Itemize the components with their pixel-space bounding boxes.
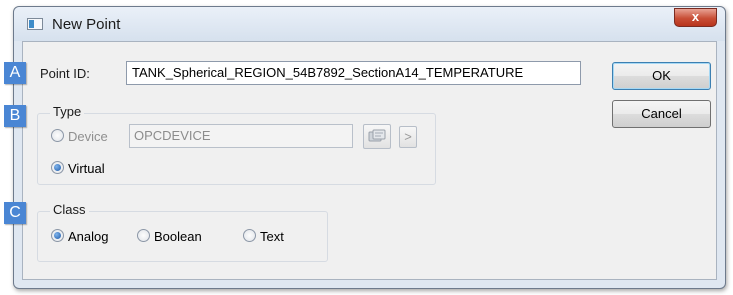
- device-browse-icon: [368, 129, 386, 142]
- device-radio[interactable]: Device: [51, 128, 108, 146]
- screenshot-canvas: New Point x A B C Point ID: TANK_Spheric…: [0, 0, 733, 295]
- cancel-button[interactable]: Cancel: [612, 100, 711, 128]
- virtual-radio-button[interactable]: [51, 161, 64, 175]
- analog-radio-label: Analog: [68, 229, 109, 245]
- callout-badge-b: B: [4, 105, 26, 127]
- boolean-radio[interactable]: Boolean: [137, 228, 202, 246]
- text-radio-label: Text: [260, 229, 284, 245]
- device-radio-label: Device: [68, 129, 108, 145]
- virtual-radio[interactable]: Virtual: [51, 160, 105, 178]
- device-name-field[interactable]: OPCDEVICE: [129, 124, 353, 148]
- type-group-title: Type: [50, 104, 85, 119]
- boolean-radio-label: Boolean: [154, 229, 202, 245]
- window-app-icon: [27, 18, 43, 30]
- point-id-label: Point ID:: [40, 66, 90, 81]
- boolean-radio-button[interactable]: [137, 229, 150, 243]
- class-group-title: Class: [50, 202, 89, 217]
- virtual-radio-label: Virtual: [68, 161, 105, 177]
- device-browse-button[interactable]: [363, 124, 391, 149]
- analog-radio[interactable]: Analog: [51, 228, 108, 246]
- device-expand-button[interactable]: >: [399, 126, 417, 148]
- point-id-input[interactable]: TANK_Spherical_REGION_54B7892_SectionA14…: [126, 61, 581, 85]
- callout-badge-c: C: [4, 202, 26, 224]
- text-radio-button[interactable]: [243, 229, 256, 243]
- ok-button[interactable]: OK: [612, 62, 711, 90]
- close-button[interactable]: x: [674, 8, 717, 27]
- callout-badge-a: A: [4, 62, 26, 84]
- text-radio[interactable]: Text: [243, 228, 284, 246]
- analog-radio-button[interactable]: [51, 229, 64, 243]
- dialog-title: New Point: [52, 16, 121, 33]
- title-bar[interactable]: New Point x: [14, 7, 725, 41]
- device-radio-button[interactable]: [51, 129, 64, 143]
